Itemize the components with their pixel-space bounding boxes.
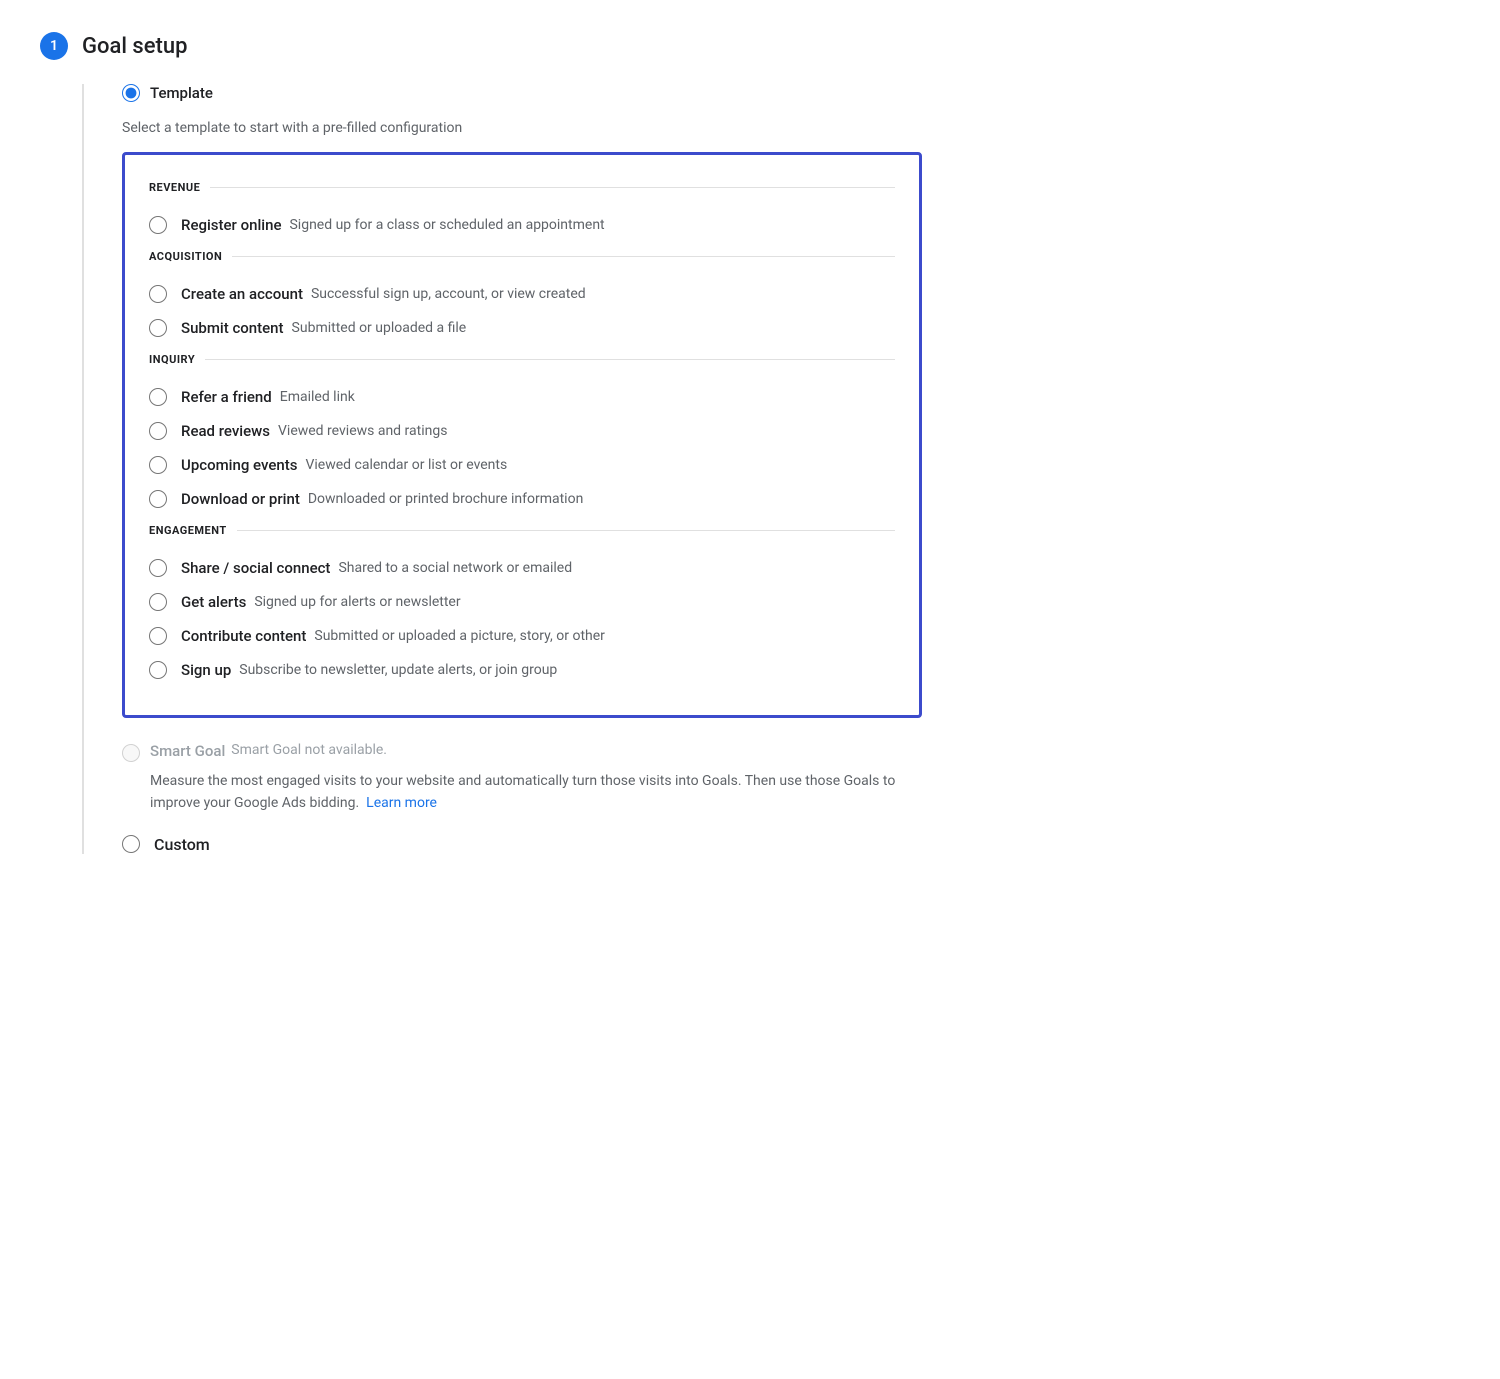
left-border <box>82 84 84 854</box>
custom-label: Custom <box>154 835 210 854</box>
option-radio-2[interactable] <box>149 456 167 474</box>
smart-goal-description: Measure the most engaged visits to your … <box>150 770 922 815</box>
smart-goal-row: Smart Goal Smart Goal not available. <box>122 742 922 762</box>
template-option-row[interactable]: Template <box>122 84 922 102</box>
option-radio-2[interactable] <box>149 627 167 645</box>
option-radio-3[interactable] <box>149 490 167 508</box>
main-content: Template Select a template to start with… <box>122 84 922 854</box>
option-row-submit-content[interactable]: Submit content Submitted or uploaded a fi… <box>149 311 895 345</box>
option-row-get-alerts[interactable]: Get alerts Signed up for alerts or newsle… <box>149 585 895 619</box>
option-desc: Submitted or uploaded a picture, story, … <box>314 628 605 644</box>
template-radio[interactable] <box>122 84 140 102</box>
option-row-download-or-print[interactable]: Download or print Downloaded or printed b… <box>149 482 895 516</box>
option-row-register-online[interactable]: Register online Signed up for a class or … <box>149 208 895 242</box>
option-radio-0[interactable] <box>149 388 167 406</box>
option-name: Download or print <box>181 490 300 508</box>
option-row-refer-a-friend[interactable]: Refer a friend Emailed link <box>149 380 895 414</box>
option-name: Submit content <box>181 319 284 337</box>
option-radio-0[interactable] <box>149 216 167 234</box>
option-row-contribute-content[interactable]: Contribute content Submitted or uploaded … <box>149 619 895 653</box>
option-desc: Emailed link <box>280 389 355 405</box>
smart-goal-section: Smart Goal Smart Goal not available. Mea… <box>122 742 922 815</box>
option-name: Contribute content <box>181 627 306 645</box>
smart-goal-label: Smart Goal <box>150 742 225 760</box>
smart-goal-unavailable: Smart Goal not available. <box>231 742 387 758</box>
template-box: REVENUE Register online Signed up for a cl… <box>122 152 922 718</box>
option-radio-1[interactable] <box>149 319 167 337</box>
option-name: Refer a friend <box>181 388 272 406</box>
category-label-acquisition: ACQUISITION <box>149 250 895 263</box>
option-row-create-an-account[interactable]: Create an account Successful sign up, acc… <box>149 277 895 311</box>
option-row-share--social-connect[interactable]: Share / social connect Shared to a social… <box>149 551 895 585</box>
option-radio-3[interactable] <box>149 661 167 679</box>
category-label-engagement: ENGAGEMENT <box>149 524 895 537</box>
option-desc: Viewed calendar or list or events <box>305 457 507 473</box>
category-section-engagement: ENGAGEMENT Share / social connect Shared t… <box>149 524 895 687</box>
option-row-upcoming-events[interactable]: Upcoming events Viewed calendar or list o… <box>149 448 895 482</box>
template-description: Select a template to start with a pre-fi… <box>122 120 922 136</box>
option-name: Get alerts <box>181 593 246 611</box>
content-area: Template Select a template to start with… <box>82 84 1460 854</box>
category-section-acquisition: ACQUISITION Create an account Successful s… <box>149 250 895 345</box>
option-row-sign-up[interactable]: Sign up Subscribe to newsletter, update a… <box>149 653 895 687</box>
option-radio-0[interactable] <box>149 559 167 577</box>
option-name: Create an account <box>181 285 303 303</box>
category-section-inquiry: INQUIRY Refer a friend Emailed link Read re… <box>149 353 895 516</box>
categories-container: REVENUE Register online Signed up for a cl… <box>149 181 895 687</box>
option-name: Read reviews <box>181 422 270 440</box>
option-desc: Viewed reviews and ratings <box>278 423 447 439</box>
learn-more-link[interactable]: Learn more <box>366 795 437 811</box>
step-title: Goal setup <box>82 34 187 59</box>
option-desc: Downloaded or printed brochure informati… <box>308 491 583 507</box>
option-desc: Subscribe to newsletter, update alerts, … <box>239 662 557 678</box>
option-name: Register online <box>181 216 281 234</box>
category-label-revenue: REVENUE <box>149 181 895 194</box>
option-desc: Shared to a social network or emailed <box>338 560 572 576</box>
smart-goal-radio[interactable] <box>122 744 140 762</box>
option-radio-0[interactable] <box>149 285 167 303</box>
template-radio-label: Template <box>150 84 213 102</box>
option-desc: Signed up for a class or scheduled an ap… <box>289 217 604 233</box>
option-name: Sign up <box>181 661 231 679</box>
step-badge: 1 <box>40 32 68 60</box>
option-radio-1[interactable] <box>149 422 167 440</box>
option-name: Upcoming events <box>181 456 297 474</box>
category-label-inquiry: INQUIRY <box>149 353 895 366</box>
step-header: 1 Goal setup <box>40 32 1460 60</box>
option-desc: Signed up for alerts or newsletter <box>254 594 460 610</box>
option-desc: Submitted or uploaded a file <box>292 320 467 336</box>
option-radio-1[interactable] <box>149 593 167 611</box>
category-section-revenue: REVENUE Register online Signed up for a cl… <box>149 181 895 242</box>
custom-radio[interactable] <box>122 835 140 853</box>
option-row-read-reviews[interactable]: Read reviews Viewed reviews and ratings <box>149 414 895 448</box>
option-name: Share / social connect <box>181 559 330 577</box>
custom-option-row[interactable]: Custom <box>122 835 922 854</box>
option-desc: Successful sign up, account, or view cre… <box>311 286 586 302</box>
